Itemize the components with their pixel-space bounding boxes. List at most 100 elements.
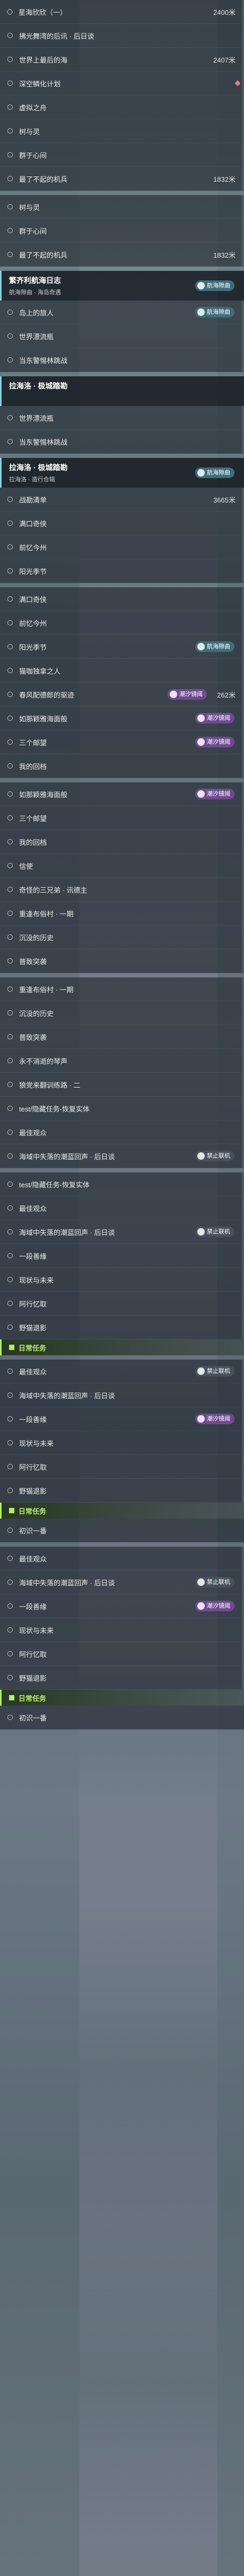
quest-row[interactable]: 世界漂流瓶 [0, 324, 244, 348]
scrollbar-track[interactable] [242, 195, 244, 218]
quest-row[interactable]: 星海欣欣（一） 2400米 [0, 0, 244, 24]
scrollbar-track[interactable] [242, 977, 244, 1001]
quest-row[interactable]: 岛上的旅人 航海隙曲 [0, 301, 244, 324]
scrollbar-track[interactable] [242, 754, 244, 778]
quest-chapter-header[interactable]: 拉海洛 · 极城踏勘 [0, 376, 244, 406]
scrollbar-track[interactable] [242, 806, 244, 830]
quest-row[interactable]: 阳光季节 航海隙曲 [0, 635, 244, 659]
scrollbar-track[interactable] [242, 683, 244, 706]
quest-row[interactable]: 野猫退影 [0, 1479, 244, 1503]
quest-row[interactable]: 我的回档 [0, 830, 244, 854]
scrollbar-track[interactable] [242, 707, 244, 730]
scrollbar-track[interactable] [242, 1666, 244, 1689]
scrollbar-track[interactable] [242, 143, 244, 166]
scrollbar-track[interactable] [242, 1360, 244, 1383]
scrollbar-track[interactable] [242, 1097, 244, 1120]
quest-row[interactable]: 普致突袭 [0, 1025, 244, 1049]
scrollbar-track[interactable] [242, 488, 244, 511]
scrollbar-track[interactable] [242, 1121, 244, 1144]
scrollbar-track[interactable] [242, 324, 244, 348]
quest-row[interactable]: 世界上最后的海 2407米 [0, 48, 244, 72]
quest-row[interactable]: 最佳观众 [0, 1196, 244, 1220]
scrollbar-track[interactable] [242, 72, 244, 95]
scrollbar-track[interactable] [242, 219, 244, 242]
quest-row[interactable]: 树与灵 [0, 195, 244, 219]
quest-row[interactable]: 满口奇侠 [0, 587, 244, 611]
scrollbar-track[interactable] [242, 1049, 244, 1072]
quest-row[interactable]: 重逢布俗村 · 一期 [0, 977, 244, 1001]
scrollbar-track[interactable] [242, 406, 244, 429]
scrollbar-track[interactable] [242, 730, 244, 754]
daily-quest-section-header[interactable]: 日常任务 [0, 1503, 244, 1519]
quest-row[interactable]: 三个邮望 潮汐镜阈 [0, 730, 244, 754]
quest-row[interactable]: 初识一番 [0, 1519, 244, 1542]
quest-row[interactable]: 最佳观众 [0, 1121, 244, 1144]
scrollbar-track[interactable] [242, 782, 244, 806]
scrollbar-track[interactable] [242, 119, 244, 143]
scrollbar-track[interactable] [242, 1316, 244, 1339]
scrollbar-track[interactable] [242, 243, 244, 266]
quest-row[interactable]: 普致突袭 [0, 949, 244, 973]
quest-row[interactable]: 野猫退影 [0, 1666, 244, 1690]
quest-row[interactable]: 深空鳞化计划 [0, 72, 244, 95]
quest-row[interactable]: 三个邮望 [0, 806, 244, 830]
quest-row[interactable]: 前忆今州 [0, 535, 244, 559]
scrollbar-track[interactable] [242, 1383, 244, 1407]
scrollbar-track[interactable] [242, 24, 244, 47]
scrollbar-track[interactable] [242, 949, 244, 973]
scrollbar-track[interactable] [242, 659, 244, 682]
scrollbar-track[interactable] [242, 1642, 244, 1665]
scrollbar-track[interactable] [242, 1144, 244, 1168]
quest-row[interactable]: 虚拟之舟 [0, 95, 244, 119]
quest-row[interactable]: 海域中失落的潮蓝回声 · 后日谈 禁止联机 [0, 1571, 244, 1594]
quest-row[interactable]: 猫咖独拿之人 [0, 659, 244, 683]
scrollbar-track[interactable] [242, 878, 244, 901]
scrollbar-track[interactable] [242, 1025, 244, 1048]
quest-row[interactable]: test/隐藏任务-恢复实体 [0, 1097, 244, 1121]
scrollbar-track[interactable] [242, 1571, 244, 1594]
quest-row[interactable]: 初识一番 [0, 1706, 244, 1730]
quest-row[interactable]: 前忆今州 [0, 611, 244, 635]
quest-row[interactable]: 海域中失落的潮蓝回声 · 后日谈 禁止联机 [0, 1220, 244, 1244]
scrollbar-track[interactable] [242, 611, 244, 634]
scrollbar-track[interactable] [242, 587, 244, 611]
scrollbar-track[interactable] [242, 635, 244, 658]
quest-row[interactable]: 世界漂流瓶 [0, 406, 244, 430]
scrollbar-track[interactable] [242, 1073, 244, 1096]
scrollbar-track[interactable] [242, 1001, 244, 1025]
quest-row[interactable]: 现状与未来 [0, 1431, 244, 1455]
scrollbar-track[interactable] [242, 1618, 244, 1642]
scrollbar-track[interactable] [242, 1479, 244, 1502]
quest-row[interactable]: 阿行忆取 [0, 1292, 244, 1316]
scrollbar-track[interactable] [242, 167, 244, 190]
quest-row[interactable]: 海域中失落的潮蓝回声 · 后日谈 [0, 1383, 244, 1407]
quest-row[interactable]: 现状与未来 [0, 1268, 244, 1292]
quest-row[interactable]: 当东警惕林跳战 [0, 348, 244, 372]
quest-row[interactable]: 阿行忆取 [0, 1642, 244, 1666]
scrollbar-track[interactable] [242, 1268, 244, 1291]
quest-row[interactable]: 最了不起的机兵 1832米 [0, 243, 244, 267]
scrollbar-track[interactable] [242, 348, 244, 372]
quest-row[interactable]: 阿行忆取 [0, 1455, 244, 1479]
scrollbar-track[interactable] [242, 1594, 244, 1618]
scrollbar-track[interactable] [242, 48, 244, 71]
daily-quest-section-header[interactable]: 日常任务 [0, 1339, 244, 1355]
quest-row[interactable]: 群于心间 [0, 143, 244, 167]
quest-row[interactable]: 一段善缘 潮汐镜阈 [0, 1594, 244, 1618]
quest-row[interactable]: 狼党来翻训练路 · 二 [0, 1073, 244, 1097]
scrollbar-track[interactable] [242, 0, 244, 23]
quest-row[interactable]: 如那颖雅海面般 潮汐镜阈 [0, 782, 244, 806]
scrollbar-track[interactable] [242, 1431, 244, 1454]
quest-row[interactable]: 最了不起的机兵 1832米 [0, 167, 244, 191]
scrollbar-track[interactable] [242, 830, 244, 853]
quest-row[interactable]: 我的回档 [0, 754, 244, 778]
scrollbar-track[interactable] [242, 430, 244, 453]
scrollbar-track[interactable] [242, 95, 244, 119]
quest-row[interactable]: 拂光舞湾的后讯 · 后日谈 [0, 24, 244, 48]
scrollbar-track[interactable] [242, 902, 244, 925]
quest-row[interactable]: 阳光季节 [0, 559, 244, 583]
quest-row[interactable]: 如那颖雅海面般 潮汐镜阈 [0, 707, 244, 730]
quest-row[interactable]: 野猫退影 [0, 1316, 244, 1339]
quest-row[interactable]: 奇怪的三兄弟 · 讯德主 [0, 878, 244, 902]
quest-row[interactable]: test/隐藏任务-恢复实体 [0, 1172, 244, 1196]
